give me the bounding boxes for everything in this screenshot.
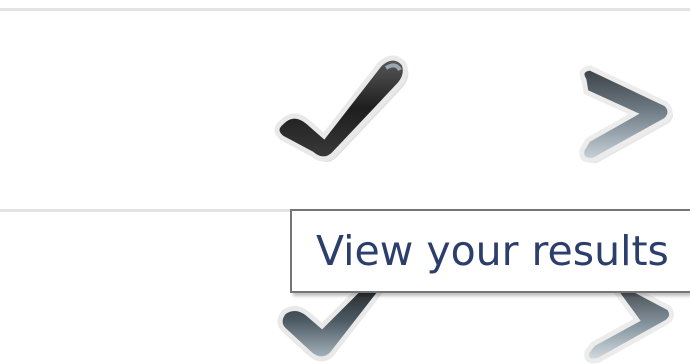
next-arrow-icon[interactable]	[570, 62, 674, 164]
next-arrow-icon[interactable]	[575, 290, 675, 364]
row-divider	[0, 8, 690, 11]
tooltip: View your results	[290, 209, 690, 293]
checkmark-icon[interactable]	[274, 282, 392, 362]
results-panel: View your results	[0, 0, 690, 364]
tooltip-text: View your results	[316, 227, 669, 275]
checkmark-icon[interactable]	[268, 46, 412, 164]
